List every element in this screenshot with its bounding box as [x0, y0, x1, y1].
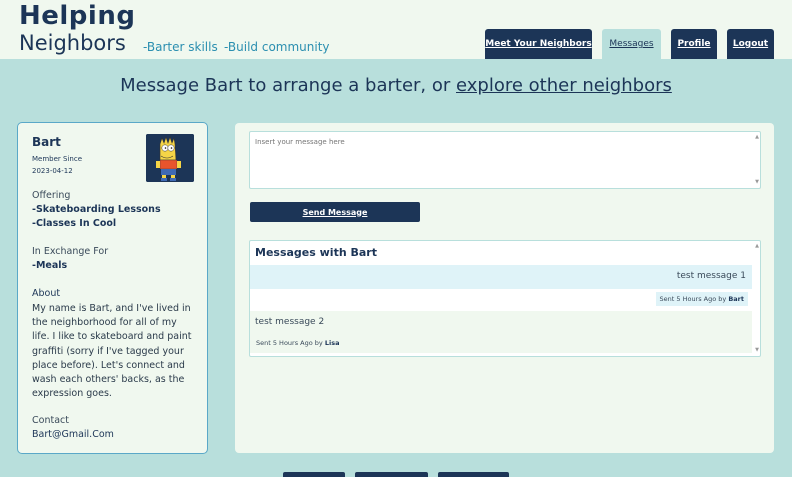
nav-messages[interactable]: Messages: [602, 29, 661, 59]
message-meta-row: Sent 5 Hours Ago by Bart: [250, 289, 752, 311]
contact-email[interactable]: Bart@Gmail.Com: [32, 429, 114, 440]
contact-label: Contact: [32, 415, 69, 426]
scroll-down-icon[interactable]: ▼: [753, 179, 761, 185]
scroll-up-icon[interactable]: ▲: [753, 134, 761, 140]
message-meta-text: Sent 5 Hours Ago by: [659, 295, 729, 303]
headline-text: Message Bart to arrange a barter, or: [120, 75, 456, 96]
send-message-button[interactable]: Send Message: [250, 202, 420, 222]
logo-helping[interactable]: Helping: [19, 1, 135, 31]
message-meta: Sent 5 Hours Ago by Lisa: [252, 336, 343, 350]
member-since-label: Member Since: [32, 155, 82, 163]
message-input[interactable]: [249, 131, 761, 189]
profile-name: Bart: [32, 135, 61, 149]
footer-button[interactable]: [355, 472, 428, 477]
tagline-barter: -Barter skills: [143, 40, 218, 54]
offering-item: -Classes In Cool: [32, 218, 117, 229]
footer-button[interactable]: [283, 472, 345, 477]
page-headline: Message Bart to arrange a barter, or exp…: [0, 75, 792, 96]
thread-scroll-down-icon[interactable]: ▼: [753, 347, 760, 353]
footer-button[interactable]: [438, 472, 509, 477]
message-author: Bart: [728, 295, 744, 303]
thread-scroll-up-icon[interactable]: ▲: [753, 243, 760, 249]
exchange-label: In Exchange For: [32, 246, 109, 257]
message-text: test message 2: [255, 317, 325, 327]
message-thread: Messages with Bart test message 1 Sent 5…: [249, 240, 761, 357]
about-label: About: [32, 288, 61, 299]
thread-title: Messages with Bart: [255, 246, 377, 259]
message-bubble: test message 1: [250, 265, 752, 289]
bart-avatar-icon: [146, 134, 194, 182]
avatar: [146, 134, 194, 182]
tagline-community: -Build community: [224, 40, 330, 54]
logo-neighbors[interactable]: Neighbors: [19, 30, 126, 56]
message-meta: Sent 5 Hours Ago by Bart: [655, 292, 748, 306]
message-bubble: test message 2: [250, 311, 752, 333]
explore-neighbors-link[interactable]: explore other neighbors: [456, 75, 672, 96]
nav-logout[interactable]: Logout: [727, 29, 774, 59]
profile-card: Bart Member Since 2023-04-12 Offering -S…: [17, 122, 208, 454]
member-since-date: 2023-04-12: [32, 167, 73, 175]
exchange-item: -Meals: [32, 260, 68, 271]
offering-label: Offering: [32, 190, 71, 201]
offering-item: -Skateboarding Lessons: [32, 204, 161, 215]
site-header: Helping Neighbors -Barter skills -Build …: [0, 0, 792, 59]
message-meta-text: Sent 5 Hours Ago by: [256, 339, 325, 347]
message-text: test message 1: [676, 271, 746, 281]
about-text: My name is Bart, and I've lived in the n…: [32, 303, 192, 400]
nav-profile[interactable]: Profile: [671, 29, 717, 59]
messages-panel: ▲ ▼ Send Message Messages with Bart test…: [235, 123, 774, 453]
nav-meet-neighbors[interactable]: Meet Your Neighbors: [485, 29, 592, 59]
message-author: Lisa: [324, 339, 340, 347]
message-meta-row: Sent 5 Hours Ago by Lisa: [250, 333, 752, 353]
